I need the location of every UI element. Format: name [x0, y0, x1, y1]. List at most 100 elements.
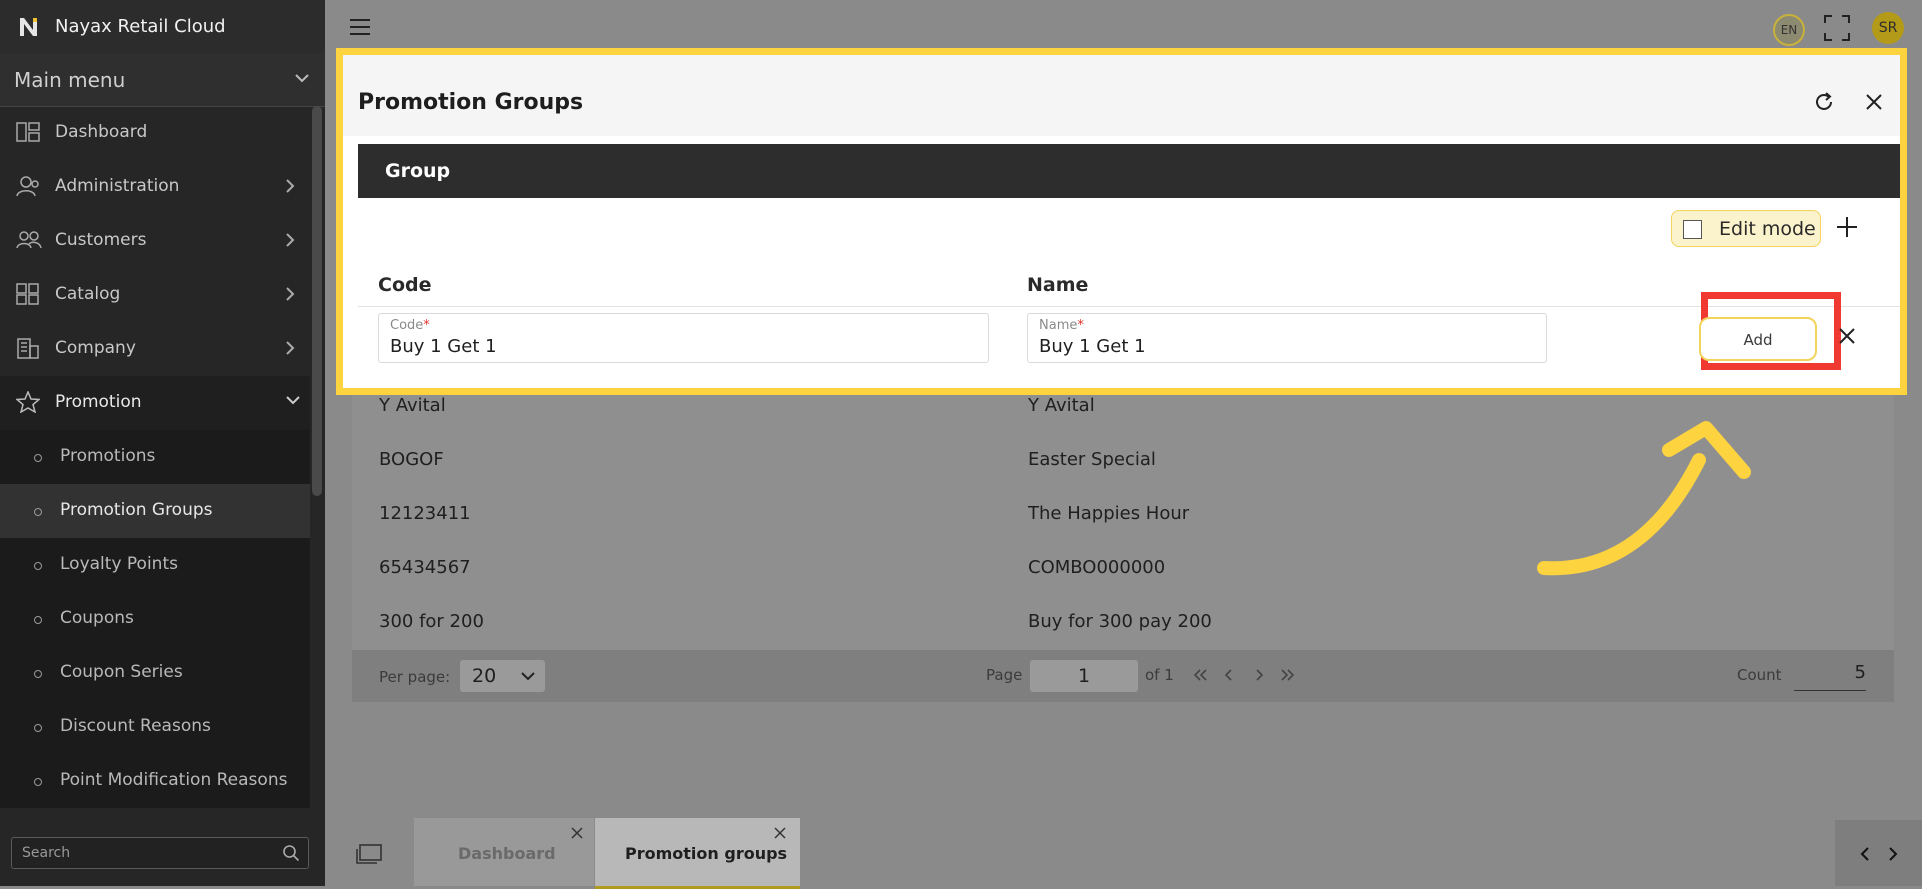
cancel-row-icon[interactable]	[1838, 327, 1856, 345]
chevron-right-icon	[284, 285, 296, 303]
sidebar-item-administration[interactable]: Administration	[0, 160, 310, 214]
cell-code: Y Avital	[379, 395, 446, 416]
cell-name: Y Avital	[1028, 395, 1095, 416]
next-page-icon[interactable]	[1254, 668, 1264, 682]
main-menu-toggle[interactable]: Main menu	[0, 53, 325, 107]
catalog-grid-icon	[16, 283, 40, 305]
last-page-icon[interactable]	[1280, 668, 1296, 682]
sidebar-item-promotion[interactable]: Promotion	[0, 376, 310, 430]
name-input[interactable]	[1039, 336, 1506, 357]
sidebar-item-label: Promotion	[55, 392, 142, 412]
cell-code: BOGOF	[379, 449, 444, 470]
sidebar-search	[11, 837, 309, 869]
count-value: 5	[1794, 662, 1866, 691]
sidebar-subitem-loyalty-points[interactable]: Loyalty Points	[0, 538, 310, 592]
cell-code: 12123411	[379, 503, 471, 524]
chevron-down-icon	[294, 72, 310, 84]
bullet-icon	[34, 616, 42, 624]
main-menu-label: Main menu	[14, 68, 126, 92]
required-mark: *	[1077, 318, 1084, 333]
bullet-icon	[34, 562, 42, 570]
required-mark: *	[423, 318, 430, 333]
hamburger-menu-icon[interactable]	[349, 18, 371, 36]
search-icon[interactable]	[282, 844, 300, 862]
sidebar-item-label: Customers	[55, 230, 147, 250]
sidebar-item-dashboard[interactable]: Dashboard	[0, 106, 310, 160]
sidebar-subitem-promotions[interactable]: Promotions	[0, 430, 310, 484]
name-field: Name*	[1027, 313, 1547, 363]
search-input[interactable]	[20, 842, 274, 864]
column-header-code[interactable]: Code	[378, 274, 431, 296]
sidebar-subitem-coupon-series[interactable]: Coupon Series	[0, 646, 310, 700]
tab-label: Promotion groups	[625, 844, 788, 863]
tab-dashboard[interactable]: Dashboard	[414, 818, 594, 886]
sidebar-item-customers[interactable]: Customers	[0, 214, 310, 268]
code-field: Code*	[378, 313, 989, 363]
avatar[interactable]: SR	[1872, 12, 1904, 44]
pagination-bar: Per page: 20 Page 1 of 1 Count 5	[352, 650, 1894, 702]
table-row[interactable]: 300 for 200 Buy for 300 pay 200	[352, 596, 1894, 651]
bullet-icon	[34, 724, 42, 732]
group-section-title: Group	[385, 160, 451, 182]
count-label: Count	[1737, 666, 1782, 684]
language-selector[interactable]: EN	[1773, 14, 1805, 46]
cell-name: The Happies Hour	[1028, 503, 1190, 524]
bullet-icon	[34, 508, 42, 516]
chevron-down-icon	[284, 393, 302, 407]
code-field-label: Code*	[390, 318, 430, 333]
cell-code: 300 for 200	[379, 611, 484, 632]
bullet-icon	[34, 454, 42, 462]
sidebar-subitem-coupons[interactable]: Coupons	[0, 592, 310, 646]
fullscreen-icon[interactable]	[1823, 14, 1851, 42]
sidebar-subitem-label: Loyalty Points	[60, 554, 178, 574]
code-input[interactable]	[390, 336, 939, 357]
sidebar-subitem-label: Coupons	[60, 608, 134, 628]
prev-page-icon[interactable]	[1224, 668, 1234, 682]
sidebar-subitem-label: Discount Reasons	[60, 716, 211, 736]
chevron-right-icon[interactable]	[1887, 845, 1899, 863]
sidebar-subitem-promotion-groups[interactable]: Promotion Groups	[0, 484, 310, 538]
promotion-groups-dialog: Promotion Groups Group Edit mode Code Na…	[336, 48, 1907, 395]
star-icon	[16, 391, 40, 413]
per-page-select[interactable]: 20	[460, 660, 545, 692]
name-field-label: Name*	[1039, 318, 1084, 333]
edit-mode-toggle[interactable]: Edit mode	[1671, 210, 1821, 247]
chevron-left-icon[interactable]	[1859, 845, 1871, 863]
page-input[interactable]: 1	[1030, 660, 1138, 692]
column-header-name[interactable]: Name	[1027, 274, 1088, 296]
building-icon	[16, 337, 40, 359]
sidebar-subitem-discount-reasons[interactable]: Discount Reasons	[0, 700, 310, 754]
admin-user-icon	[16, 175, 40, 197]
first-page-icon[interactable]	[1192, 668, 1208, 682]
sidebar-item-label: Catalog	[55, 284, 121, 304]
cell-name: COMBO000000	[1028, 557, 1166, 578]
dialog-title: Promotion Groups	[358, 90, 584, 115]
tab-promotion-groups[interactable]: Promotion groups	[595, 818, 800, 889]
page-of-label: of 1	[1145, 666, 1174, 684]
page-label: Page	[986, 666, 1023, 684]
close-tab-icon[interactable]	[773, 826, 787, 840]
edit-mode-label: Edit mode	[1719, 218, 1816, 240]
add-button[interactable]: Add	[1699, 317, 1817, 361]
add-row-icon[interactable]	[1836, 216, 1858, 238]
edit-mode-checkbox[interactable]	[1683, 220, 1702, 239]
sidebar-scrollbar[interactable]	[312, 106, 322, 496]
chevron-right-icon	[284, 231, 296, 249]
per-page-label: Per page:	[379, 668, 451, 686]
brand-bar: Nayax Retail Cloud	[0, 0, 325, 53]
bullet-icon	[34, 778, 42, 786]
close-icon[interactable]	[1865, 93, 1883, 111]
sidebar-subitem-label: Coupon Series	[60, 662, 183, 682]
cell-name: Buy for 300 pay 200	[1028, 611, 1212, 632]
chevron-right-icon	[284, 339, 296, 357]
windows-icon[interactable]	[355, 843, 383, 865]
sidebar-item-company[interactable]: Company	[0, 322, 310, 376]
customers-icon	[16, 229, 42, 251]
close-tab-icon[interactable]	[570, 826, 584, 840]
chevron-down-icon	[520, 670, 536, 682]
sidebar-item-catalog[interactable]: Catalog	[0, 268, 310, 322]
sidebar-item-label: Company	[55, 338, 136, 358]
refresh-icon[interactable]	[1813, 91, 1835, 113]
brand-title: Nayax Retail Cloud	[55, 16, 226, 37]
sidebar-subitem-point-modification-reasons[interactable]: Point Modification Reasons	[0, 754, 310, 808]
